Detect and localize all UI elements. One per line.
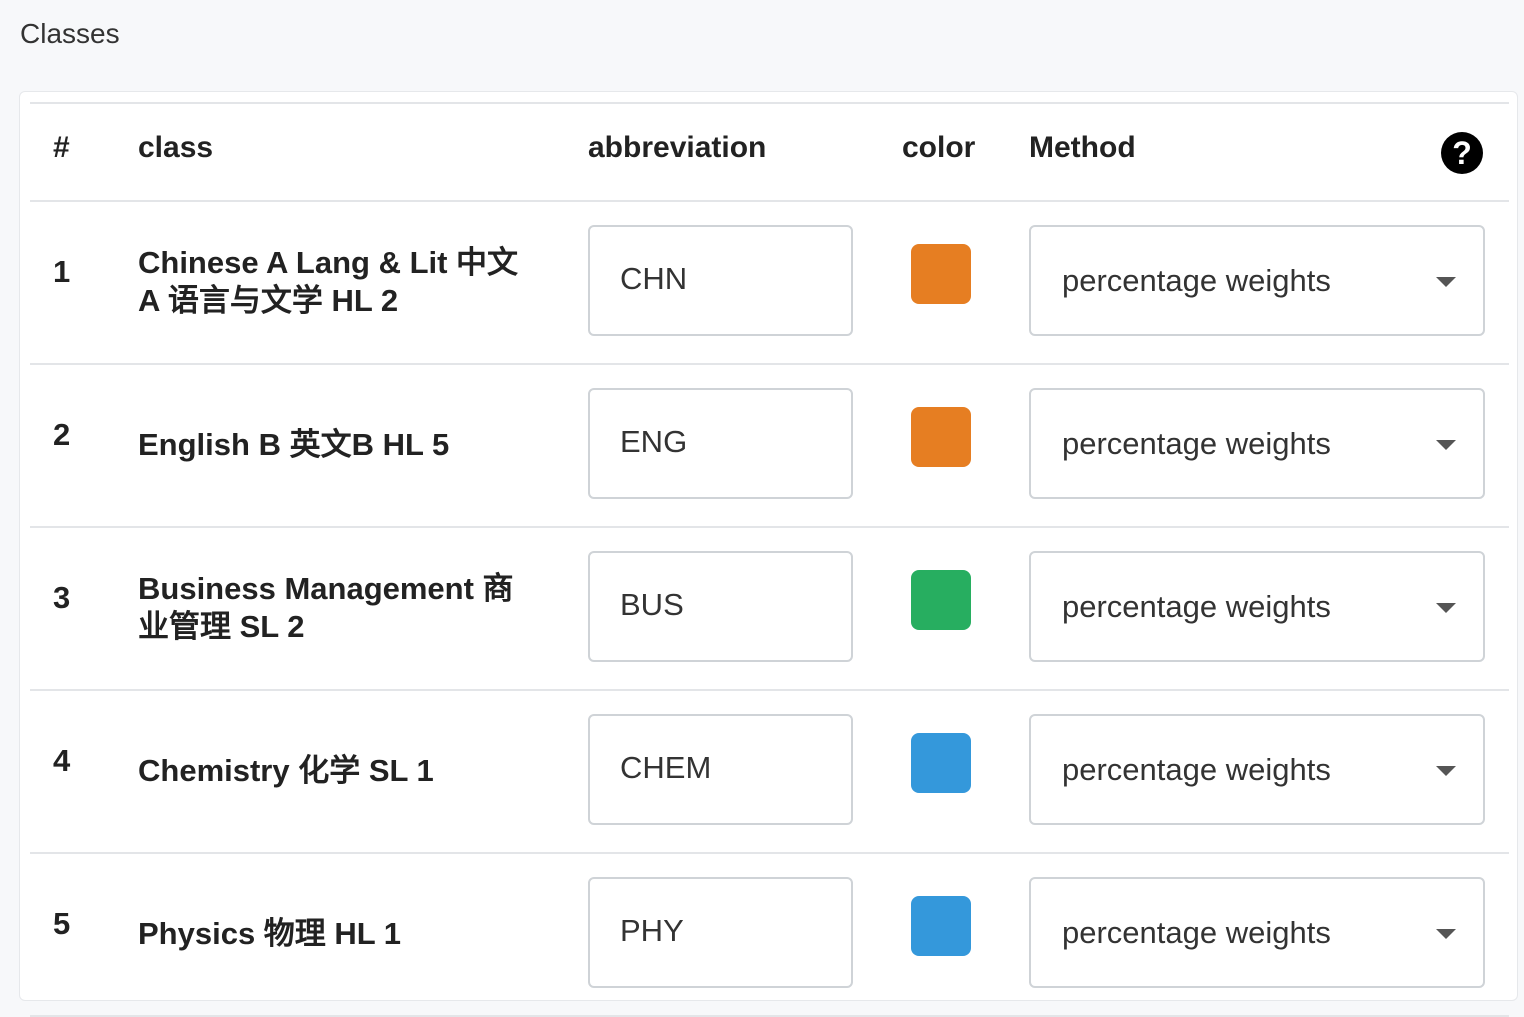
chevron-down-icon	[1436, 440, 1456, 450]
class-name-line2: 业管理 SL 2	[138, 609, 305, 644]
method-select-value: percentage weights	[1062, 426, 1331, 461]
abbreviation-input[interactable]	[588, 551, 853, 662]
row-number: 4	[53, 743, 71, 778]
chevron-down-icon	[1436, 277, 1456, 287]
class-name-line1: Chemistry 化学 SL 1	[138, 753, 434, 788]
method-select[interactable]: percentage weights	[1029, 714, 1485, 825]
chevron-down-icon	[1436, 766, 1456, 776]
class-name: Chinese A Lang & Lit 中文 A 语言与文学 HL 2	[138, 244, 558, 320]
class-name-line1: Business Management 商	[138, 571, 514, 606]
table-row: 1 Chinese A Lang & Lit 中文 A 语言与文学 HL 2 p…	[30, 202, 1509, 365]
row-number: 2	[53, 417, 71, 452]
abbreviation-input[interactable]	[588, 225, 853, 336]
row-number: 1	[53, 254, 71, 289]
table-row: 5 Physics 物理 HL 1 percentage weights	[30, 854, 1509, 1017]
class-name: English B 英文B HL 5	[138, 426, 558, 464]
method-select-value: percentage weights	[1062, 589, 1331, 624]
method-select[interactable]: percentage weights	[1029, 225, 1485, 336]
abbreviation-input[interactable]	[588, 877, 853, 988]
method-select-value: percentage weights	[1062, 263, 1331, 298]
chevron-down-icon	[1436, 603, 1456, 613]
table-body: 1 Chinese A Lang & Lit 中文 A 语言与文学 HL 2 p…	[30, 202, 1509, 1017]
abbreviation-input[interactable]	[588, 388, 853, 499]
color-swatch[interactable]	[911, 896, 971, 956]
table-row: 2 English B 英文B HL 5 percentage weights	[30, 365, 1509, 528]
class-name: Business Management 商 业管理 SL 2	[138, 570, 558, 646]
header-method: Method	[1029, 131, 1136, 164]
class-name: Chemistry 化学 SL 1	[138, 752, 558, 790]
color-swatch[interactable]	[911, 570, 971, 630]
class-name: Physics 物理 HL 1	[138, 915, 558, 953]
row-number: 3	[53, 580, 71, 615]
header-color: color	[902, 131, 976, 164]
table-row: 4 Chemistry 化学 SL 1 percentage weights	[30, 691, 1509, 854]
table-row: 3 Business Management 商 业管理 SL 2 percent…	[30, 528, 1509, 691]
header-number: #	[53, 131, 70, 164]
class-name-line1: English B 英文B HL 5	[138, 427, 450, 462]
method-select[interactable]: percentage weights	[1029, 388, 1485, 499]
color-swatch[interactable]	[911, 244, 971, 304]
method-select[interactable]: percentage weights	[1029, 877, 1485, 988]
color-swatch[interactable]	[911, 407, 971, 467]
help-icon[interactable]: ?	[1441, 132, 1483, 174]
header-abbreviation: abbreviation	[588, 131, 767, 164]
classes-card: # class abbreviation color Method ? 1 Ch…	[19, 91, 1518, 1017]
page-title: Classes	[20, 18, 120, 49]
class-name-line2: A 语言与文学 HL 2	[138, 283, 399, 318]
method-select-value: percentage weights	[1062, 915, 1331, 950]
method-select-value: percentage weights	[1062, 752, 1331, 787]
color-swatch[interactable]	[911, 733, 971, 793]
method-select[interactable]: percentage weights	[1029, 551, 1485, 662]
class-name-line1: Chinese A Lang & Lit 中文	[138, 245, 519, 280]
table-header: # class abbreviation color Method ?	[30, 104, 1509, 202]
header-class: class	[138, 131, 214, 164]
class-name-line1: Physics 物理 HL 1	[138, 916, 402, 951]
classes-table: # class abbreviation color Method ? 1 Ch…	[30, 102, 1509, 1017]
row-number: 5	[53, 906, 71, 941]
chevron-down-icon	[1436, 929, 1456, 939]
abbreviation-input[interactable]	[588, 714, 853, 825]
